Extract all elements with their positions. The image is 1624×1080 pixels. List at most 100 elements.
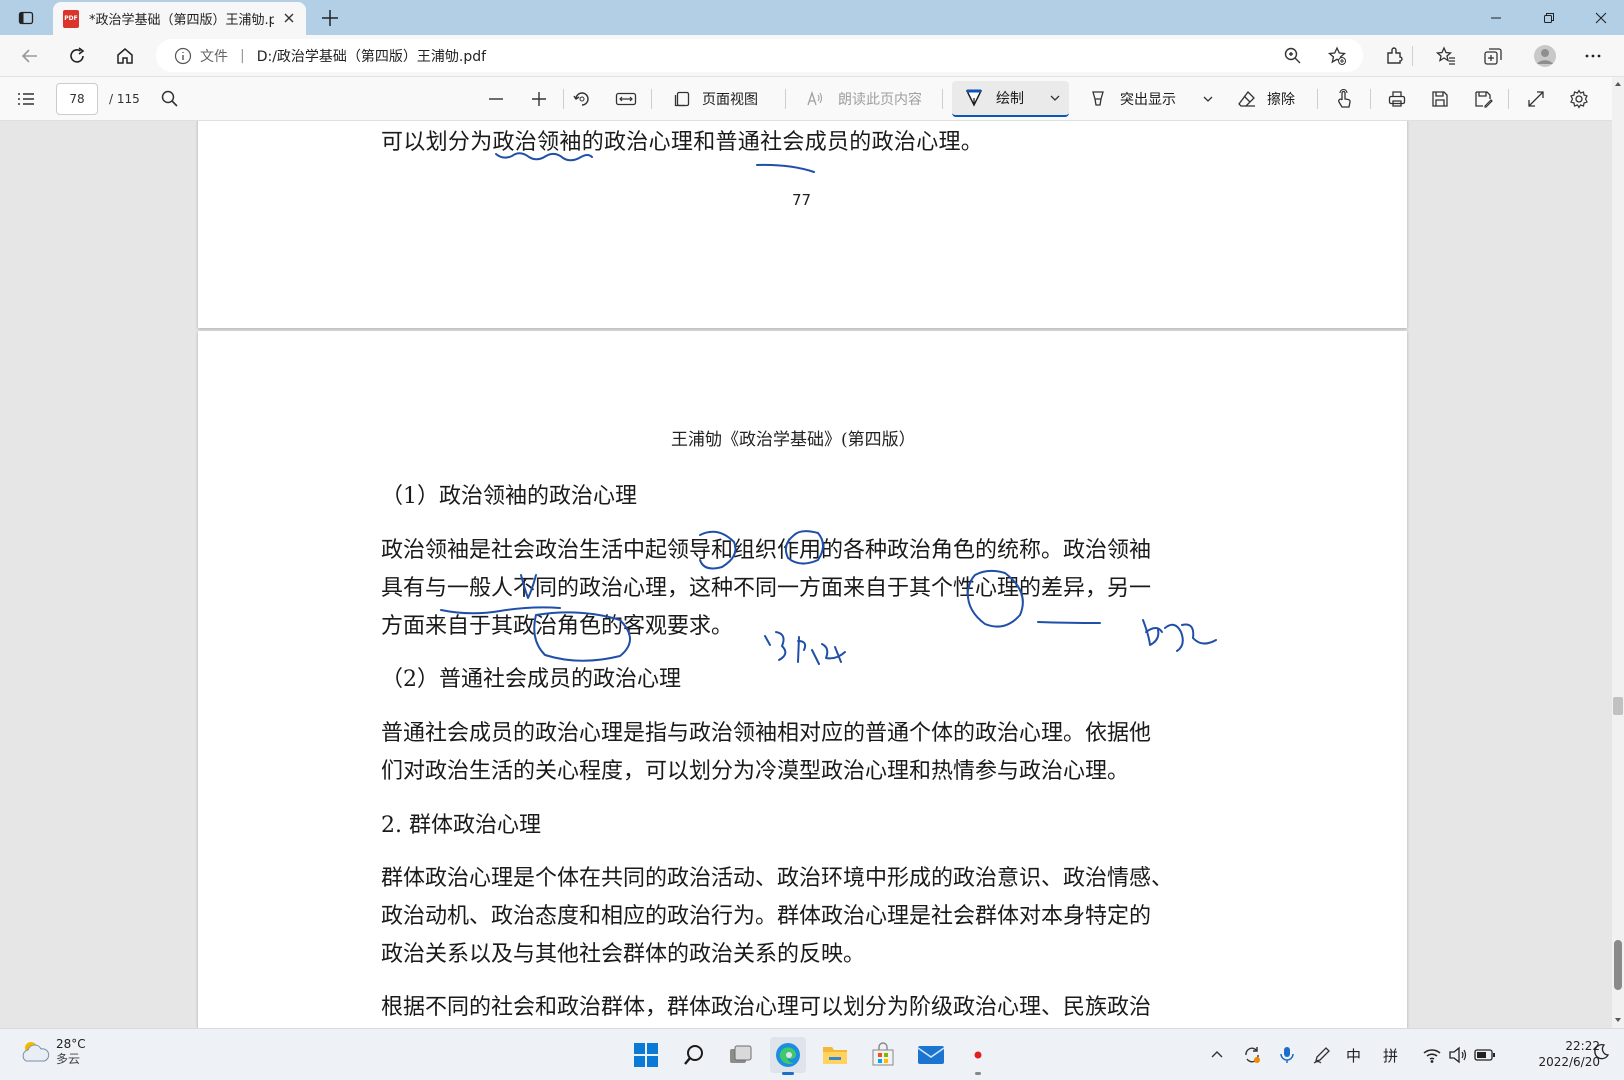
scroll-thumb[interactable] <box>1613 697 1623 715</box>
touch-hand-icon <box>1338 89 1351 108</box>
rotate-icon <box>573 92 589 106</box>
restore-button[interactable] <box>1526 0 1572 35</box>
back-button[interactable] <box>14 40 46 72</box>
volume-icon[interactable] <box>1448 1046 1468 1064</box>
fullscreen-button[interactable] <box>1526 77 1546 121</box>
info-icon[interactable] <box>174 47 192 65</box>
pdf-settings-button[interactable] <box>1569 77 1589 121</box>
print-button[interactable] <box>1387 77 1407 121</box>
minus-icon <box>489 98 503 100</box>
active-app-indicator <box>782 1072 794 1075</box>
erase-label: 擦除 <box>1267 92 1295 108</box>
heading-group-psychology: 2. 群体政治心理 <box>381 813 541 838</box>
page-number-input[interactable]: 78 <box>56 83 98 115</box>
start-button[interactable] <box>628 1037 664 1073</box>
extensions-icon <box>1387 47 1403 64</box>
taskbar: 28°C 多云 中 拼 22:22 2022/6/20 <box>0 1028 1624 1080</box>
refresh-icon <box>70 47 85 63</box>
fit-to-width-button[interactable] <box>615 77 637 121</box>
settings-more-button[interactable] <box>1577 40 1609 72</box>
task-view-icon <box>730 1045 752 1063</box>
ime-language-indicator[interactable]: 中 <box>1346 1045 1361 1066</box>
tab-close-button[interactable] <box>280 9 298 27</box>
scroll-up-icon[interactable] <box>1614 80 1622 88</box>
extensions-button[interactable] <box>1378 40 1410 72</box>
list-icon <box>18 93 34 105</box>
draw-button[interactable]: 绘制 <box>952 81 1069 117</box>
sync-icon[interactable] <box>1242 1045 1262 1065</box>
pen-menu-icon[interactable] <box>1312 1045 1332 1065</box>
save-button[interactable] <box>1430 77 1450 121</box>
paragraph-line: 方面来自于其政治角色的客观要求。 <box>381 614 734 639</box>
running-header: 王浦劬《政治学基础》(第四版） <box>671 430 916 450</box>
page-view-button[interactable]: 页面视图 <box>673 77 758 121</box>
vertical-scrollbar[interactable] <box>1612 77 1624 1028</box>
table-of-contents-button[interactable] <box>16 77 36 121</box>
home-button[interactable] <box>109 40 141 72</box>
address-bar[interactable]: 文件 | D:/政治学基础（第四版）王浦劬.pdf <box>156 39 1363 72</box>
task-view-button[interactable] <box>723 1037 759 1073</box>
zoom-in-button[interactable] <box>529 77 549 121</box>
clock[interactable]: 22:22 2022/6/20 <box>1510 1038 1600 1070</box>
page-view-icon <box>674 91 690 107</box>
pdf-file-icon: PDF <box>63 9 79 28</box>
page-number: 77 <box>792 191 812 209</box>
heading-political-leader: （1）政治领袖的政治心理 <box>381 484 637 509</box>
paragraph-line: 政治动机、政治态度和相应的政治行为。群体政治心理是社会群体对本身特定的 <box>381 904 1152 929</box>
chevron-down-icon[interactable] <box>1049 92 1061 104</box>
plus-icon <box>532 92 546 106</box>
touch-writing-button[interactable] <box>1334 77 1354 121</box>
save-as-button[interactable] <box>1473 77 1493 121</box>
refresh-button[interactable] <box>61 40 93 72</box>
weather-widget[interactable]: 28°C 多云 <box>20 1037 86 1067</box>
collections-icon <box>1484 48 1502 65</box>
address-url[interactable]: D:/政治学基础（第四版）王浦劬.pdf <box>257 46 486 66</box>
cloud-icon <box>22 1042 50 1062</box>
close-icon <box>284 13 294 23</box>
collections-button[interactable] <box>1477 40 1509 72</box>
avatar-icon <box>1534 45 1556 67</box>
taskbar-mail[interactable] <box>913 1037 949 1073</box>
highlight-button[interactable]: 突出显示 <box>1088 77 1214 121</box>
scroll-position-indicator[interactable] <box>1614 940 1622 990</box>
running-app-indicator <box>975 1072 981 1075</box>
erase-button[interactable]: 擦除 <box>1237 77 1295 121</box>
read-aloud-button[interactable]: 朗读此页内容 <box>806 77 922 121</box>
battery-icon[interactable] <box>1474 1048 1496 1062</box>
zoom-icon[interactable] <box>1283 46 1303 66</box>
heading-ordinary-member: （2）普通社会成员的政治心理 <box>381 667 681 692</box>
add-favorite-icon[interactable] <box>1327 45 1347 66</box>
tab-pdf[interactable]: PDF *政治学基础（第四版）王浦劬.pdf <box>53 2 306 35</box>
tab-actions-button[interactable] <box>3 0 49 35</box>
microphone-icon[interactable] <box>1278 1045 1296 1065</box>
rotate-button[interactable] <box>572 77 592 121</box>
notification-button[interactable] <box>1592 1043 1610 1065</box>
tab-actions-icon <box>18 11 34 24</box>
gear-icon <box>1570 89 1588 109</box>
favorites-button[interactable] <box>1430 40 1462 72</box>
taskbar-search-button[interactable] <box>676 1037 712 1073</box>
read-aloud-icon <box>807 90 823 106</box>
taskbar-file-explorer[interactable] <box>817 1037 853 1073</box>
profile-button[interactable] <box>1529 40 1561 72</box>
new-tab-button[interactable] <box>316 4 344 32</box>
taskbar-microsoft-store[interactable] <box>865 1037 901 1073</box>
scroll-down-icon[interactable] <box>1614 1016 1622 1024</box>
zoom-out-button[interactable] <box>486 77 506 121</box>
folder-icon <box>823 1047 847 1064</box>
navigation-bar: 文件 | D:/政治学基础（第四版）王浦劬.pdf <box>0 35 1624 77</box>
ime-mode-indicator[interactable]: 拼 <box>1383 1045 1398 1066</box>
find-button[interactable] <box>160 77 180 121</box>
taskbar-edge-app[interactable] <box>770 1037 806 1075</box>
close-window-button[interactable] <box>1578 0 1624 35</box>
windows-logo-icon <box>634 1043 658 1067</box>
minimize-button[interactable] <box>1473 0 1519 35</box>
pdf-document-area[interactable]: 可以划分为政治领袖的政治心理和普通社会成员的政治心理。 77 王浦劬《政治学基础… <box>0 121 1612 1028</box>
chevron-up-icon[interactable] <box>1210 1048 1224 1062</box>
chevron-down-icon[interactable] <box>1202 93 1214 105</box>
wifi-icon[interactable] <box>1422 1046 1442 1064</box>
highlight-label: 突出显示 <box>1120 92 1176 108</box>
tab-strip: PDF *政治学基础（第四版）王浦劬.pdf <box>0 0 1624 35</box>
paragraph-line: 具有与一般人不同的政治心理，这种不同一方面来自于其个性心理的差异，另一 <box>381 576 1152 601</box>
taskbar-recorder[interactable] <box>960 1037 996 1075</box>
